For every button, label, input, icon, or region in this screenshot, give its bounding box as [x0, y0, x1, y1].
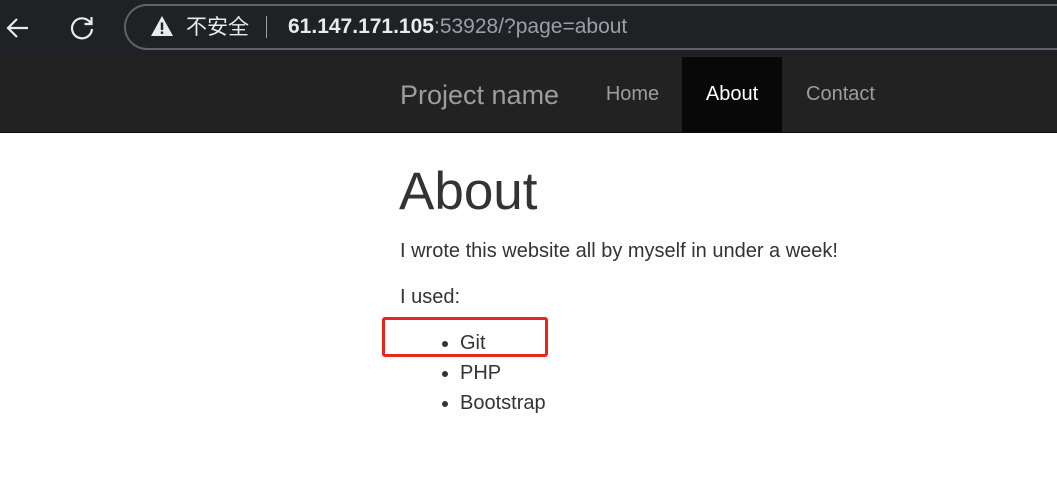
nav-about-link[interactable]: About — [682, 57, 782, 132]
back-arrow-icon — [6, 18, 28, 38]
url-path: :53928/?page=about — [433, 15, 628, 38]
nav-home-link[interactable]: Home — [583, 57, 682, 132]
url-host: 61.147.171.105 — [288, 15, 434, 38]
brand-link[interactable]: Project name — [400, 79, 559, 111]
reload-icon — [70, 17, 94, 40]
url-text[interactable]: 61.147.171.105:53928/?page=about — [288, 14, 627, 40]
highlight-annotation-box — [382, 317, 548, 357]
back-button[interactable] — [0, 9, 36, 47]
list-item-bootstrap: Bootstrap — [460, 388, 546, 418]
security-status-label[interactable]: 不安全 — [186, 15, 249, 39]
site-navbar: Project name Home About Contact — [0, 57, 1057, 133]
nav-contact-link[interactable]: Contact — [782, 57, 899, 132]
address-divider — [266, 16, 267, 38]
used-label: I used: — [400, 286, 461, 308]
reload-button[interactable] — [63, 9, 101, 47]
warning-icon[interactable] — [150, 15, 174, 37]
browser-toolbar: 不安全 61.147.171.105:53928/?page=about — [0, 0, 1057, 57]
list-item-php: PHP — [460, 358, 546, 388]
page-title: About — [399, 162, 538, 221]
intro-text: I wrote this website all by myself in un… — [400, 240, 838, 262]
